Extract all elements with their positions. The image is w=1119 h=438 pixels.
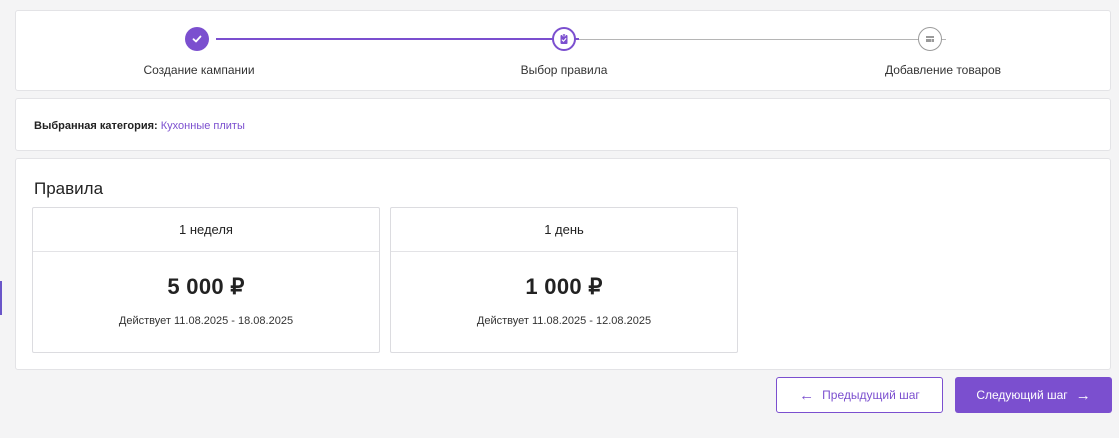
rule-name: 1 день [391,208,737,252]
rules-panel: Правила 1 неделя 5 000 ₽ Действует 11.08… [15,158,1111,370]
rule-period: Действует 11.08.2025 - 12.08.2025 [476,315,652,327]
rule-card-day[interactable]: 1 день 1 000 ₽ Действует 11.08.2025 - 12… [390,207,738,353]
next-step-label: Следующий шаг [976,388,1068,402]
step-3-label[interactable]: Добавление товаров [885,63,1001,77]
previous-step-button[interactable]: ← Предыдущий шаг [776,377,943,413]
check-icon [192,35,202,43]
selected-category-line: Выбранная категория: Кухонные плиты [34,120,245,132]
arrow-right-icon: → [1075,386,1091,404]
step-2-label[interactable]: Выбор правила [521,63,608,77]
selected-category-key: Выбранная категория: [34,120,158,132]
left-edge-marker [0,281,2,315]
step-3-indicator[interactable] [918,27,942,51]
selected-category-panel: Выбранная категория: Кухонные плиты [15,98,1111,151]
stepper-line-pending [579,39,946,40]
rule-name: 1 неделя [33,208,379,252]
boxes-icon [926,36,934,42]
stepper-line-completed [216,38,579,40]
rule-price: 1 000 ₽ [525,274,603,299]
next-step-button[interactable]: Следующий шаг → [955,377,1112,413]
step-2-indicator[interactable] [552,27,576,51]
rule-card-week[interactable]: 1 неделя 5 000 ₽ Действует 11.08.2025 - … [32,207,380,353]
clipboard-check-icon [560,33,568,44]
progress-stepper: Создание кампании Выбор правила Добавлен… [15,10,1111,91]
rule-price: 5 000 ₽ [167,274,245,299]
step-1-label[interactable]: Создание кампании [143,63,254,77]
rules-title: Правила [34,179,104,198]
previous-step-label: Предыдущий шаг [822,388,920,402]
step-1-indicator[interactable] [185,27,209,51]
rule-period: Действует 11.08.2025 - 18.08.2025 [118,315,294,327]
selected-category-value[interactable]: Кухонные плиты [161,120,245,132]
arrow-left-icon: ← [799,386,815,404]
